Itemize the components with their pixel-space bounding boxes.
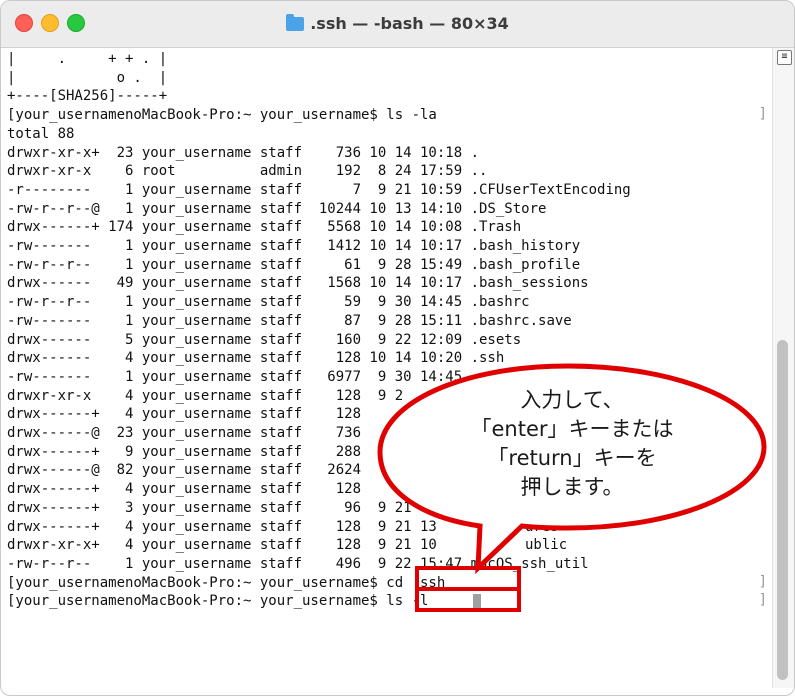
terminal-line: -r-------- 1 your_username staff 7 9 21 … [7,181,631,198]
terminal-line: | . + + . | [7,51,168,67]
terminal-line: drwx------ 49 your_username staff 1568 1… [7,275,589,292]
terminal-line: -rw-r--r-- 1 your_username staff 496 9 2… [7,555,589,572]
terminal-line: drwx------+ 9 your_username staff 288 [7,443,362,460]
callout-text-box: 入力して、 「enter」キーまたは 「return」キーを 押します。 [380,384,764,514]
terminal-line: drwx------+ 4 your_username staff 128 [7,481,362,498]
menu-icon[interactable]: ≡ [777,50,792,65]
terminal-line: -rw-r--r--@ 1 your_username staff 10244 … [7,200,547,217]
terminal-line: total 88 [7,125,75,142]
callout-line-2: 「enter」キーまたは [470,417,674,441]
terminal-line: drwxr-xr-x+ 23 your_username staff 736 1… [7,144,480,161]
terminal-line: [your_usernamenoMacBook-Pro:~ your_usern… [7,574,446,591]
terminal-line: drwx------@ 82 your_username staff 2624 [7,462,362,479]
terminal-line: drwx------+ 4 your_username staff 128 9 … [7,518,437,535]
prompt-indicator: ] [758,106,767,123]
terminal-line: drwx------ 5 your_username staff 160 9 2… [7,331,522,348]
callout-line-1: 入力して、 [520,388,624,412]
terminal-window: .ssh — -bash — 80×34 | . + + . | | o . | +… [0,0,795,696]
callout-line-3: 「return」キーを [487,446,657,470]
terminal-line: +----[SHA256]-----+ [7,88,168,105]
terminal-line: [your_usernamenoMacBook-Pro:~ your_usern… [7,593,429,610]
terminal-line: -rw-r--r-- 1 your_username staff 61 9 28… [7,256,581,273]
terminal-line: | o . | [7,69,168,86]
terminal-line: drwxr-xr-x 6 root admin 192 8 24 17:59 .… [7,163,488,180]
terminal-line: -rw------- 1 your_username staff 87 9 28… [7,312,572,329]
terminal-line: [your_usernamenoMacBook-Pro:~ your_usern… [7,107,437,124]
scrollbar[interactable]: ≡ [772,48,794,688]
terminal-line: drwxr-xr-x+ 4 your_username staff 128 9 … [7,537,437,554]
title-bar: .ssh — -bash — 80×34 [1,1,794,48]
terminal-fragment: ublic [525,537,568,554]
terminal-fragment: ures [525,518,559,535]
callout-line-4: 押します。 [520,475,624,499]
terminal-line: drwxr-xr-x 4 your_username staff 128 9 2 [7,387,404,404]
terminal-line: drwx------+ 174 your_username staff 5568… [7,219,522,236]
scroll-thumb[interactable] [777,340,788,680]
terminal-line: drwx------ 4 your_username staff 128 10 … [7,350,505,367]
terminal-line: drwx------@ 23 your_username staff 736 [7,425,362,441]
terminal-line: drwx------+ 3 your_username staff 96 9 2… [7,499,412,516]
window-title: .ssh — -bash — 80×34 [1,14,794,33]
text-cursor [473,594,481,610]
terminal-line: -rw------- 1 your_username staff 1412 10… [7,238,581,254]
folder-icon [286,14,305,31]
terminal-content[interactable]: | . + + . | | o . | +----[SHA256]-----+ [yo… [7,48,767,688]
prompt-indicator: ] [758,573,767,590]
terminal-line: drwx------+ 4 your_username staff 128 [7,406,362,423]
prompt-indicator: ] [758,592,767,609]
terminal-line: -rw-r--r-- 1 your_username staff 59 9 30… [7,294,530,311]
